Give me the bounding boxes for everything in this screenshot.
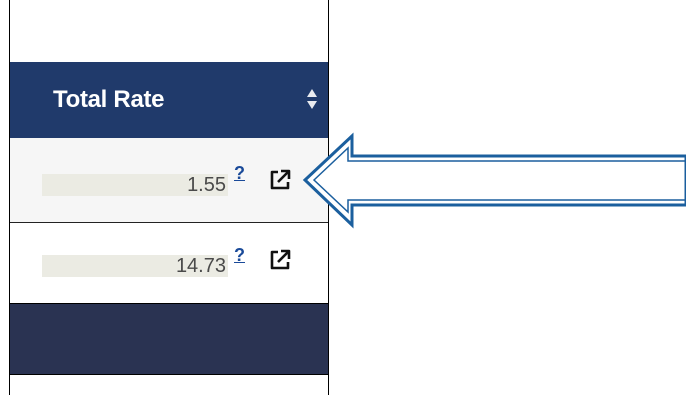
- screenshot-stage: Total Rate 1.55 ? 14.73 ?: [0, 0, 686, 395]
- rate-value-field: 1.55: [42, 174, 228, 196]
- total-rate-column: Total Rate 1.55 ? 14.73 ?: [9, 0, 329, 395]
- sort-icon[interactable]: [306, 88, 318, 110]
- column-footer: [10, 303, 328, 375]
- column-header[interactable]: Total Rate: [10, 62, 328, 138]
- help-link[interactable]: ?: [234, 245, 245, 266]
- table-row: 1.55 ?: [10, 138, 328, 223]
- column-header-label: Total Rate: [53, 86, 165, 113]
- external-link-icon[interactable]: [268, 248, 292, 272]
- external-link-icon[interactable]: [268, 168, 292, 192]
- help-link[interactable]: ?: [234, 163, 245, 184]
- table-row: 14.73 ?: [10, 223, 328, 303]
- rate-value-field: 14.73: [42, 255, 228, 277]
